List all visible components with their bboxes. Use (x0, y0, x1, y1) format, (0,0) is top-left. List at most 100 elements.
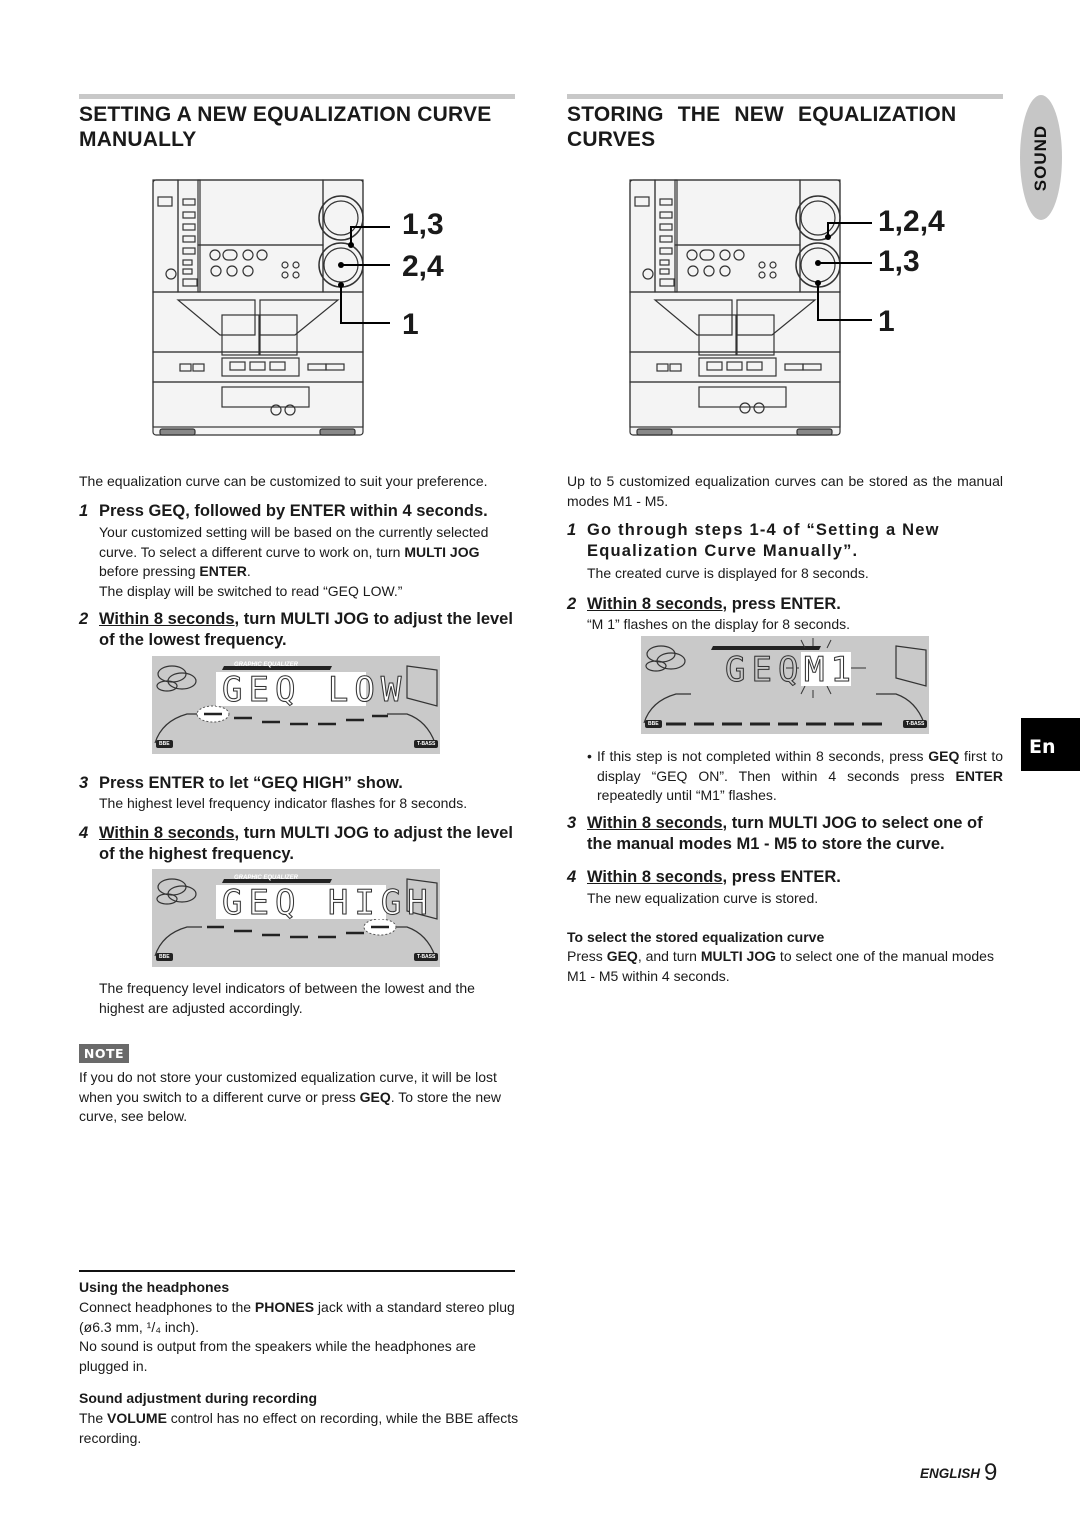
lcd-text: GEQ LOW (221, 670, 408, 711)
note-badge: NOTE (79, 1044, 129, 1063)
step-title: Press GEQ, followed by ENTER within 4 se… (99, 502, 488, 520)
footer-language: ENGLISH (920, 1466, 981, 1481)
text-run: , and turn (637, 948, 701, 964)
step-body: Your customized setting will be based on… (99, 523, 517, 582)
callout-label: 1 (878, 305, 895, 338)
section-tab-label: SOUND (1031, 124, 1050, 191)
page-footer: ENGLISH 9 (920, 1459, 997, 1487)
text-run: If this step is not completed within 8 s… (597, 748, 929, 764)
text-run: Connect headphones to the (79, 1299, 255, 1315)
text-run: Press (567, 948, 607, 964)
step-number: 2 (567, 595, 577, 613)
section-tab-sound: SOUND (1020, 95, 1062, 220)
section-rule (567, 94, 1003, 99)
text-run: GEQ (359, 1088, 391, 1105)
step-title: Within 8 seconds, turn MULTI JOG to adju… (99, 609, 517, 651)
text-run: , press ENTER. (722, 868, 841, 886)
text-run: before pressing (99, 563, 200, 579)
headphones-heading: Using the headphones (79, 1279, 230, 1295)
step-number: 3 (79, 774, 89, 792)
recording-heading: Sound adjustment during recording (79, 1390, 317, 1406)
section-divider (79, 1270, 515, 1272)
text-run: PHONES (254, 1299, 315, 1315)
lcd-display-geq-high: GRAPHIC EQUALIZER GEQ HIGH BBE T-BASS (152, 869, 440, 967)
headphones-text: Connect headphones to the PHONES jack wi… (79, 1298, 519, 1337)
left-intro: The equalization curve can be customized… (79, 473, 488, 489)
text-run: MULTI JOG (700, 948, 777, 964)
left-step-1: 1 Press GEQ, followed by ENTER within 4 … (79, 501, 519, 601)
callout-label: 1,3 (402, 208, 444, 241)
right-intro: Up to 5 customized equalization curves c… (567, 473, 1003, 509)
right-section-heading: STORING THE NEW EQUALIZATION CURVES (567, 103, 957, 151)
step-body: “M 1” flashes on the display for 8 secon… (587, 616, 851, 632)
section-rule (79, 94, 515, 99)
callout-label: 2,4 (402, 250, 444, 283)
step-title: Press ENTER to let “GEQ HIGH” show. (99, 774, 403, 792)
step-title: Go through steps 1-4 of “Setting a New E… (587, 521, 940, 560)
left-step-4-after: The frequency level indicators of betwee… (99, 980, 475, 1016)
recording-text: The VOLUME control has no effect on reco… (79, 1409, 519, 1448)
step-body: The new equalization curve is stored. (587, 890, 819, 906)
lcd-display-geq-m1: GEQ M1 BBE T-BASS (641, 636, 929, 734)
lcd-label: GRAPHIC EQUALIZER (234, 875, 299, 881)
bullet-icon: • (587, 748, 592, 764)
right-step-2-bullet: If this step is not completed within 8 s… (597, 747, 1003, 806)
step-title: Within 8 seconds, turn MULTI JOG to adju… (99, 823, 517, 865)
left-section-heading: SETTING A NEW EQUALIZATION CURVE MANUALL… (79, 103, 492, 151)
right-step-1: 1 Go through steps 1-4 of “Setting a New… (567, 520, 1007, 585)
underlined-text: Within 8 seconds (99, 824, 235, 842)
language-tab: En (1021, 718, 1080, 771)
text-run: ENTER (199, 563, 247, 579)
note-text: If you do not store your customized equa… (79, 1068, 519, 1127)
step-number: 4 (79, 824, 89, 842)
underlined-text: Within 8 seconds (99, 610, 235, 628)
lcd-tag-tbass: T-BASS (903, 720, 928, 728)
language-tab-label: En (1029, 736, 1056, 758)
left-step-2: 2 Within 8 seconds, turn MULTI JOG to ad… (79, 609, 519, 654)
text-run: The (79, 1410, 108, 1426)
lcd-tag-bbe: BBE (645, 720, 662, 728)
step-number: 1 (79, 502, 89, 520)
underlined-text: Within 8 seconds (587, 595, 723, 613)
headphones-text-2: No sound is output from the speakers whi… (79, 1338, 476, 1374)
lcd-tag-tbass: T-BASS (414, 740, 439, 748)
text-run: GEQ (928, 748, 960, 764)
callout-label: 1,3 (878, 245, 920, 278)
lcd-text-flashing: M1 (804, 650, 857, 691)
text-run: GEQ (606, 948, 638, 964)
step-title: Within 8 seconds, turn MULTI JOG to sele… (587, 813, 1007, 855)
callout-label: 1,2,4 (878, 205, 945, 238)
lcd-tag-bbe: BBE (156, 953, 173, 961)
lcd-display-geq-low: GRAPHIC EQUALIZER GEQ LOW BBE T-BASS (152, 656, 440, 754)
right-step-3: 3 Within 8 seconds, turn MULTI JOG to se… (567, 813, 1007, 858)
step-number: 1 (567, 521, 577, 539)
right-step-2: 2 Within 8 seconds, press ENTER. “M 1” f… (567, 594, 1007, 634)
text-run: MULTI JOG (404, 543, 480, 560)
select-stored-text: Press GEQ, and turn MULTI JOG to select … (567, 947, 1003, 986)
lcd-text: GEQ (724, 650, 805, 691)
step-number: 4 (567, 868, 577, 886)
step-title: Within 8 seconds, press ENTER. (587, 594, 841, 615)
text-run: . (246, 563, 251, 579)
underlined-text: Within 8 seconds (587, 814, 723, 832)
step-body: The highest level frequency indicator fl… (99, 795, 468, 811)
step-number: 2 (79, 610, 89, 628)
callout-label: 1 (402, 308, 419, 341)
step-body: The display will be switched to read “GE… (99, 583, 403, 599)
step-body: The created curve is displayed for 8 sec… (587, 565, 869, 581)
right-step-4: 4 Within 8 seconds, press ENTER. The new… (567, 867, 1007, 912)
lcd-tag-bbe: BBE (156, 740, 173, 748)
lcd-tag-tbass: T-BASS (414, 953, 439, 961)
text-run: ENTER (955, 767, 1003, 784)
left-step-3: 3 Press ENTER to let “GEQ HIGH” show. Th… (79, 773, 519, 818)
step-number: 3 (567, 814, 577, 832)
lcd-label: GRAPHIC EQUALIZER (234, 662, 299, 668)
underlined-text: Within 8 seconds (587, 868, 723, 886)
text-run: repeatedly until “M1” flashes. (597, 787, 777, 803)
select-stored-heading: To select the stored equalization curve (567, 929, 825, 945)
text-run: , press ENTER. (722, 595, 841, 613)
page-number: 9 (984, 1459, 998, 1486)
lcd-text: GEQ HIGH (222, 883, 434, 924)
left-step-4: 4 Within 8 seconds, turn MULTI JOG to ad… (79, 823, 519, 868)
text-run: VOLUME (107, 1410, 167, 1426)
